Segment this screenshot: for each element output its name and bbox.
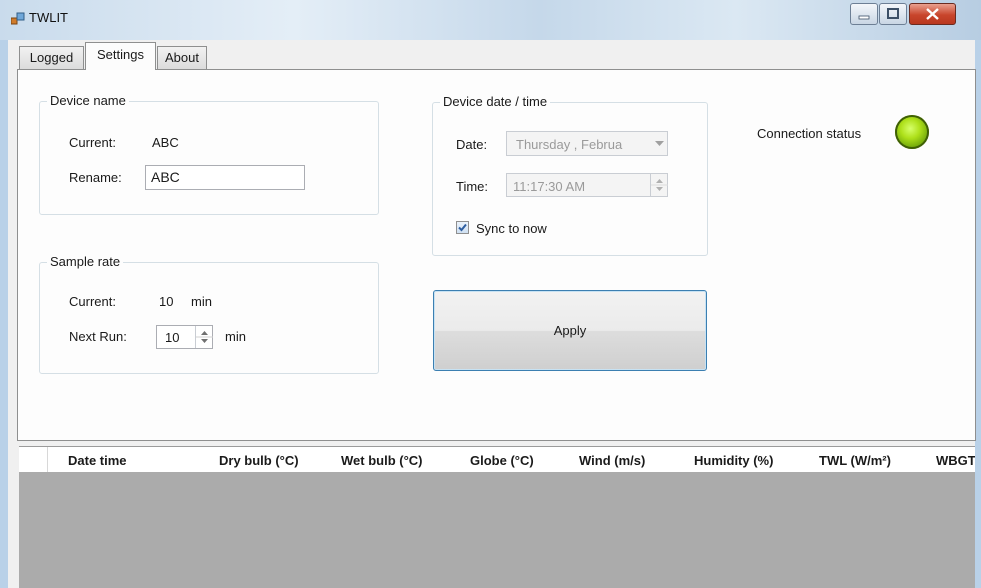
maximize-icon [887, 8, 899, 19]
time-value: 11:17:30 AM [513, 179, 586, 194]
app-icon [11, 12, 25, 25]
date-label: Date: [456, 137, 488, 152]
next-run-value: 10 [165, 330, 180, 345]
tab-logged[interactable]: Logged [19, 46, 84, 69]
date-picker[interactable]: Thursday , Februa [506, 131, 668, 156]
next-run-spin[interactable] [195, 326, 213, 348]
spin-arrows-icon [651, 179, 668, 191]
column-header-wind[interactable]: Wind (m/s) [579, 453, 645, 468]
current-name-label: Current: [69, 135, 116, 150]
time-spin[interactable] [650, 174, 668, 196]
current-rate-label: Current: [69, 294, 116, 309]
chevron-down-icon [655, 141, 664, 146]
date-value: Thursday , Februa [516, 137, 623, 152]
next-run-stepper[interactable]: 10 [156, 325, 213, 349]
device-name-group [39, 101, 379, 215]
apply-label: Apply [553, 323, 587, 338]
sample-rate-group [39, 262, 379, 374]
column-header-dry-bulb[interactable]: Dry bulb (°C) [219, 453, 299, 468]
column-header-wet-bulb[interactable]: Wet bulb (°C) [341, 453, 423, 468]
close-button[interactable] [909, 3, 956, 25]
close-icon [926, 8, 939, 20]
tab-settings[interactable]: Settings [85, 42, 156, 70]
tab-about[interactable]: About [157, 46, 207, 69]
data-grid-body[interactable] [19, 472, 975, 588]
apply-button[interactable]: Apply [433, 290, 707, 371]
column-separator [47, 447, 48, 472]
title-bar[interactable]: TWLIT [0, 0, 981, 40]
column-header-wbgt[interactable]: WBGT [936, 453, 975, 468]
sync-checkbox[interactable] [456, 221, 469, 234]
column-header-twl[interactable]: TWL (W/m²) [819, 453, 891, 468]
checkmark-icon [458, 223, 467, 232]
device-name-legend: Device name [47, 93, 129, 108]
rename-label: Rename: [69, 170, 122, 185]
minimize-button[interactable] [850, 3, 878, 25]
minimize-icon [858, 15, 870, 20]
connection-status-led [895, 115, 929, 149]
column-header-globe[interactable]: Globe (°C) [470, 453, 534, 468]
current-name-value: ABC [152, 135, 179, 150]
time-label: Time: [456, 179, 489, 194]
column-header-humidity[interactable]: Humidity (%) [694, 453, 773, 468]
connection-status-label: Connection status [757, 126, 862, 141]
next-run-unit: min [225, 329, 246, 344]
data-grid-header: Date time Dry bulb (°C) Wet bulb (°C) Gl… [19, 446, 975, 473]
rename-input[interactable]: ABC [145, 165, 305, 190]
next-run-label: Next Run: [69, 329, 127, 344]
window-title: TWLIT [29, 10, 68, 25]
time-picker[interactable]: 11:17:30 AM [506, 173, 668, 197]
sync-label: Sync to now [476, 221, 547, 236]
column-header-date-time[interactable]: Date time [68, 453, 127, 468]
spin-arrows-icon [196, 331, 213, 343]
current-rate-value: 10 [159, 294, 174, 309]
maximize-button[interactable] [879, 3, 907, 25]
sample-rate-legend: Sample rate [47, 254, 124, 269]
current-rate-unit: min [191, 294, 212, 309]
device-datetime-legend: Device date / time [440, 94, 551, 109]
